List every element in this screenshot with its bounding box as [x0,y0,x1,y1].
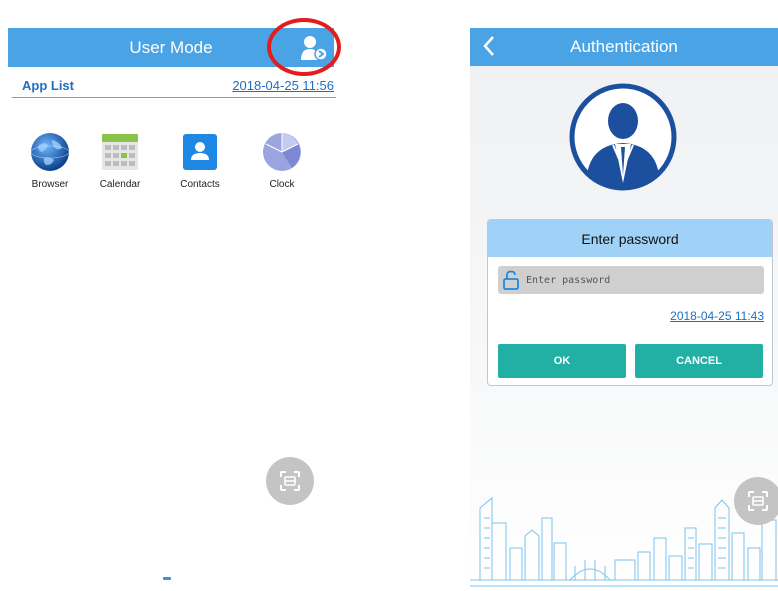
nav-indicator [163,577,171,580]
password-input[interactable] [526,266,760,294]
app-list-label: App List [22,78,74,93]
highlight-circle [267,18,341,76]
password-field-container [498,266,764,294]
contacts-icon [183,134,217,170]
app-list-date-link[interactable]: 2018-04-25 11:56 [232,78,334,93]
app-contacts[interactable]: Contacts [170,132,230,190]
city-skyline-illustration [470,496,778,587]
password-dialog: Enter password 2018-04-25 11:43 OK CANCE… [487,219,773,386]
authentication-screen: Authentication Enter password 2018-04-25… [470,28,778,591]
app-label: Browser [31,179,69,190]
unlock-icon [503,270,519,290]
scan-icon [748,491,768,511]
dialog-title: Enter password [488,220,772,257]
app-list-header: App List 2018-04-25 11:56 [12,78,334,98]
app-label: Calendar [99,179,141,190]
globe-icon [30,133,70,171]
ok-button[interactable]: OK [498,344,626,378]
cancel-button[interactable]: CANCEL [635,344,763,378]
app-label: Contacts [180,179,220,190]
user-mode-screen: User Mode App List 2018-04-25 11:56 Brow… [0,0,350,591]
dialog-date-link[interactable]: 2018-04-25 11:43 [670,309,764,323]
app-label: Clock [269,179,295,190]
app-calendar[interactable]: Calendar [90,132,150,190]
app-clock[interactable]: Clock [252,132,312,190]
clock-icon [263,133,301,171]
authentication-title-bar: Authentication [470,28,778,66]
calendar-icon [102,134,138,170]
scan-icon [280,471,300,491]
app-browser[interactable]: Browser [20,132,80,190]
user-avatar-icon [569,83,677,191]
scan-button-right[interactable] [734,477,778,525]
app-list-divider [12,97,336,98]
scan-button[interactable] [266,457,314,505]
authentication-title: Authentication [570,37,678,56]
